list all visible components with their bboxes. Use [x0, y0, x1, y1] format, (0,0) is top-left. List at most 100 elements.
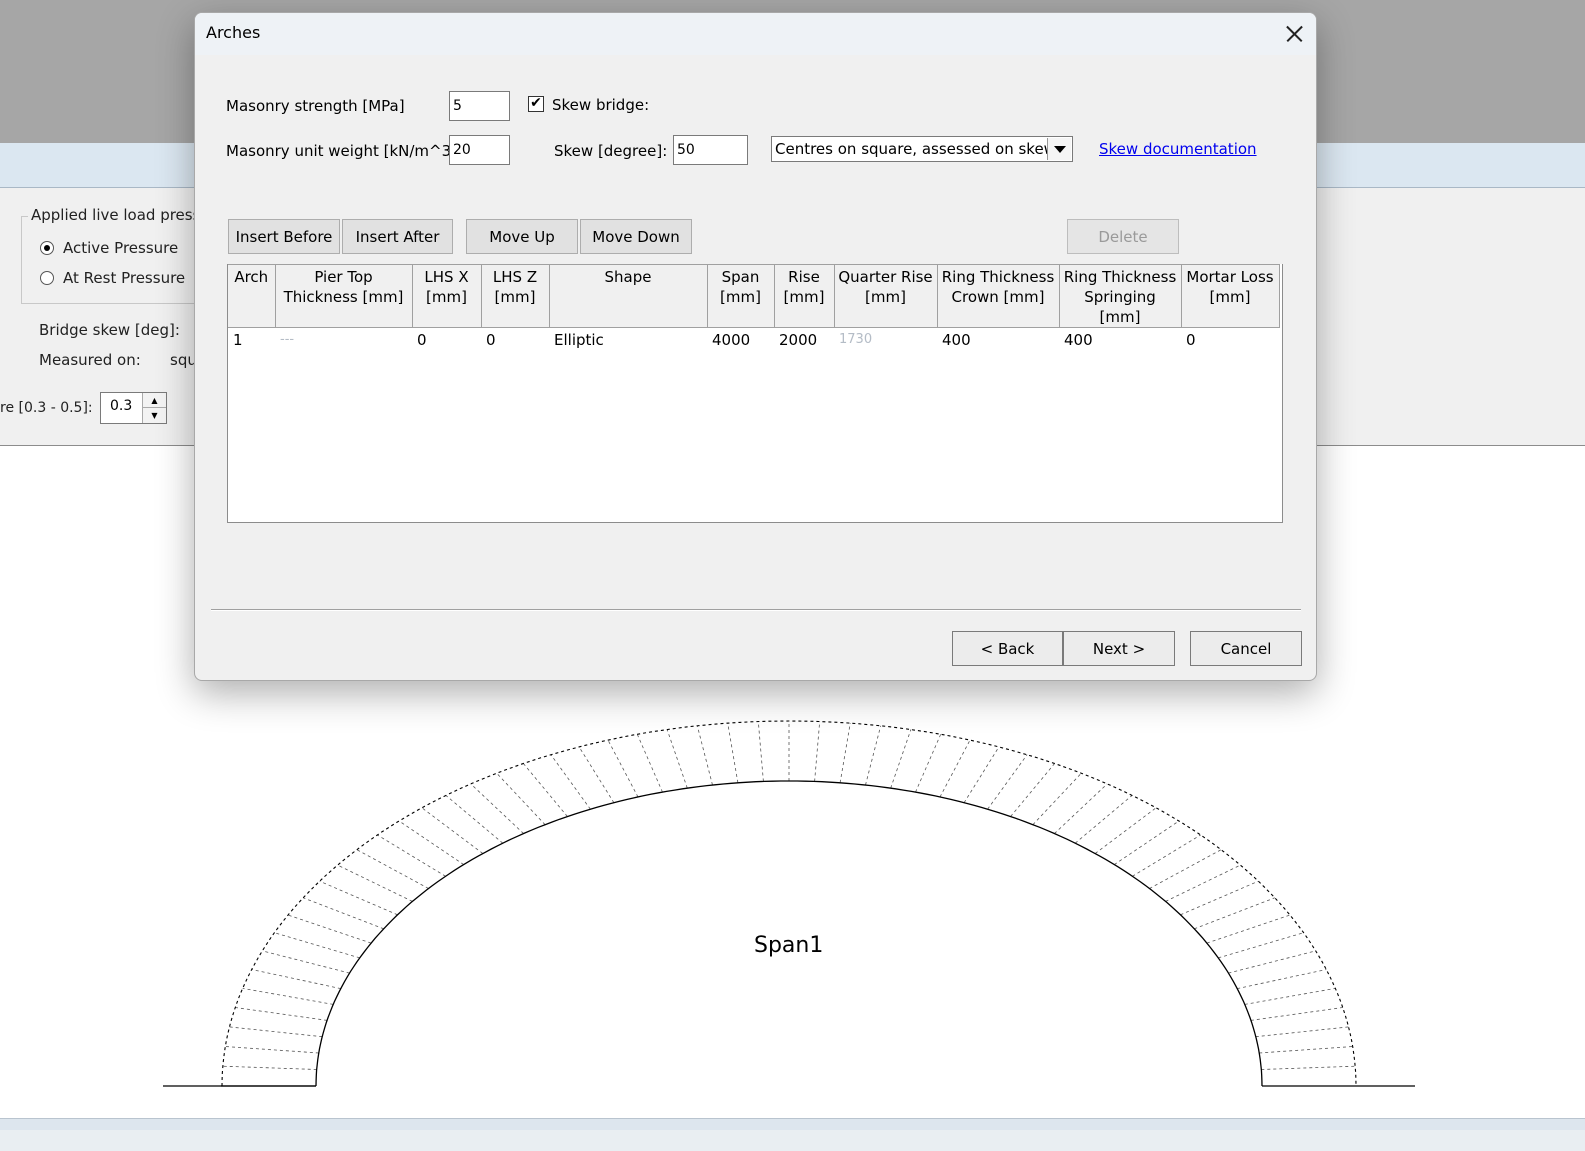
voussoir-joint	[229, 1026, 323, 1038]
column-header-pier-top-thickness[interactable]: Pier Top Thickness [mm]	[275, 264, 413, 328]
skew-degree-label: Skew [degree]:	[554, 142, 668, 160]
cancel-button[interactable]: Cancel	[1190, 631, 1302, 666]
voussoir-joint	[1149, 849, 1222, 889]
voussoir-joint	[1054, 783, 1108, 834]
column-header-lhs-x[interactable]: LHS X [mm]	[412, 264, 482, 328]
column-header-ring-thickness-springing[interactable]: Ring Thickness Springing [mm]	[1059, 264, 1182, 328]
masonry-strength-label: Masonry strength [MPa]	[226, 97, 405, 115]
voussoir-joint	[274, 932, 360, 959]
dialog-titlebar: Arches	[195, 13, 1316, 55]
voussoir-joint	[251, 969, 341, 989]
voussoir-joint	[1259, 1046, 1353, 1054]
span-label: Span1	[754, 933, 824, 958]
back-button[interactable]: < Back	[952, 631, 1063, 666]
voussoir-joint	[1255, 1026, 1349, 1038]
cell-shape[interactable]: Elliptic	[549, 328, 707, 352]
voussoir-joint	[222, 1065, 317, 1070]
voussoir-joint	[963, 746, 1000, 803]
arches-dialog: Arches Masonry strength [MPa] ✔ Skew bri…	[194, 12, 1317, 681]
voussoir-joint	[523, 763, 568, 817]
skew-bridge-label: Skew bridge:	[552, 96, 650, 114]
voussoir-joint	[915, 734, 942, 793]
cell-ring-thickness-springing[interactable]: 400	[1059, 328, 1181, 352]
close-icon[interactable]	[1270, 13, 1316, 55]
column-header-arch[interactable]: Arch	[228, 264, 276, 328]
voussoir-joint	[550, 754, 591, 810]
column-header-lhs-z[interactable]: LHS Z [mm]	[481, 264, 550, 328]
skew-mode-value: Centres on square, assessed on skew	[775, 140, 1056, 158]
insert-before-button[interactable]: Insert Before	[228, 219, 340, 254]
voussoir-joint	[939, 739, 971, 798]
voussoir-joint	[1114, 820, 1180, 865]
move-down-button[interactable]: Move Down	[580, 219, 692, 254]
cell-span[interactable]: 4000	[707, 328, 774, 352]
masonry-strength-input[interactable]	[449, 91, 510, 121]
voussoir-joint	[757, 721, 764, 782]
column-header-span[interactable]: Span [mm]	[707, 264, 775, 328]
column-header-mortar-loss[interactable]: Mortar Loss [mm]	[1181, 264, 1280, 328]
voussoir-joint	[727, 723, 739, 783]
arches-table[interactable]: Arch Pier Top Thickness [mm] LHS X [mm] …	[227, 264, 1283, 523]
voussoir-joint	[578, 746, 615, 803]
voussoir-joint	[377, 834, 446, 877]
voussoir-joint	[262, 950, 350, 974]
masonry-unit-weight-input[interactable]	[449, 135, 510, 165]
voussoir-joint	[666, 729, 688, 789]
table-header-row: Arch Pier Top Thickness [mm] LHS X [mm] …	[228, 264, 1280, 328]
voussoir-joint	[1194, 897, 1275, 930]
column-header-quarter-rise[interactable]: Quarter Rise [mm]	[834, 264, 938, 328]
voussoir-joint	[496, 772, 546, 825]
insert-after-button[interactable]: Insert After	[342, 219, 453, 254]
table-row[interactable]: 1 --- 0 0 Elliptic 4000 2000 1730 400 40…	[228, 328, 1279, 352]
voussoir-joint	[470, 783, 524, 834]
column-header-shape[interactable]: Shape	[549, 264, 708, 328]
cell-mortar-loss[interactable]: 0	[1181, 328, 1279, 352]
delete-button[interactable]: Delete	[1067, 219, 1179, 254]
cell-lhs-x[interactable]: 0	[412, 328, 481, 352]
voussoir-joint	[1250, 1007, 1343, 1021]
voussoir-joint	[1074, 795, 1133, 844]
voussoir-joint	[1218, 932, 1304, 959]
voussoir-joint	[1180, 880, 1259, 916]
cell-lhs-z[interactable]: 0	[481, 328, 549, 352]
chevron-down-icon[interactable]	[1047, 138, 1071, 160]
voussoir-joint	[421, 807, 484, 854]
voussoir-joint	[319, 880, 398, 916]
column-header-ring-thickness-crown[interactable]: Ring Thickness Crown [mm]	[937, 264, 1060, 328]
voussoir-joint	[1237, 969, 1327, 989]
voussoir-joint	[1261, 1065, 1356, 1070]
masonry-unit-weight-label: Masonry unit weight [kN/m^3]	[226, 142, 458, 160]
voussoir-joint	[356, 849, 429, 889]
voussoir-joint	[445, 795, 504, 844]
move-up-button[interactable]: Move Up	[466, 219, 578, 254]
voussoir-joint	[235, 1007, 328, 1021]
voussoir-joint	[398, 820, 464, 865]
status-bar	[0, 1118, 1585, 1151]
skew-degree-input[interactable]	[673, 135, 748, 165]
voussoir-joint	[225, 1046, 319, 1054]
voussoir-joint	[865, 725, 882, 786]
cell-quarter-rise[interactable]: 1730	[834, 328, 937, 352]
skew-mode-select[interactable]: Centres on square, assessed on skew	[771, 136, 1073, 162]
cell-pier-top-thickness[interactable]: ---	[275, 328, 412, 352]
cell-arch[interactable]: 1	[228, 328, 275, 352]
skew-bridge-checkbox[interactable]: ✔	[528, 96, 544, 112]
skew-documentation-link[interactable]: Skew documentation	[1099, 140, 1257, 158]
voussoir-joint	[337, 864, 413, 902]
column-header-rise[interactable]: Rise [mm]	[774, 264, 835, 328]
cell-rise[interactable]: 2000	[774, 328, 834, 352]
voussoir-joint	[696, 725, 713, 786]
next-button[interactable]: Next >	[1063, 631, 1175, 666]
voussoir-joint	[1165, 864, 1241, 902]
voussoir-joint	[987, 754, 1028, 810]
voussoir-joint	[607, 739, 639, 798]
dialog-title: Arches	[206, 23, 261, 42]
cell-ring-thickness-crown[interactable]: 400	[937, 328, 1059, 352]
voussoir-joint	[1244, 988, 1336, 1005]
voussoir-joint	[1010, 763, 1055, 817]
voussoir-joint	[839, 723, 851, 783]
voussoir-lines	[222, 721, 1356, 1070]
voussoir-joint	[1094, 807, 1157, 854]
voussoir-joint	[1032, 772, 1082, 825]
arch-extrados	[221, 720, 1357, 1087]
